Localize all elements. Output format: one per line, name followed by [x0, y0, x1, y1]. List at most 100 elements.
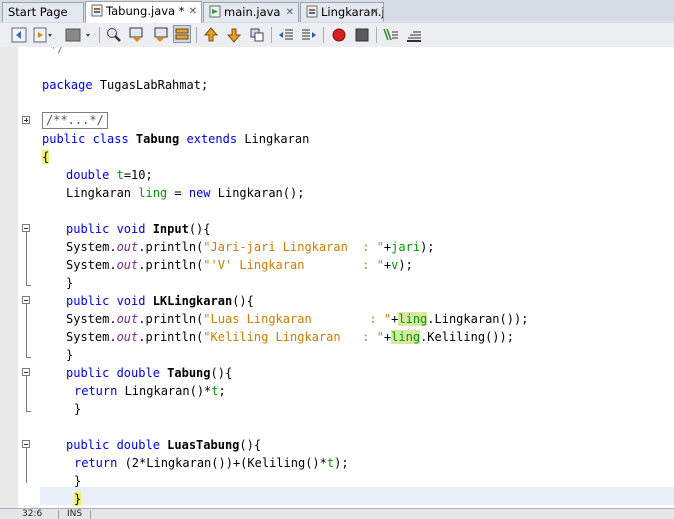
find-next-icon[interactable]: [151, 26, 169, 44]
fold-guide-end: [26, 411, 31, 412]
static-field: out: [116, 258, 139, 272]
tab-label: Start Page: [8, 5, 68, 19]
tab-tabung-java[interactable]: Tabung.java * ✕: [85, 1, 202, 23]
code-line: }: [66, 274, 73, 292]
method-name: Input: [152, 222, 189, 236]
tab-main-java[interactable]: main.java ✕: [203, 2, 299, 22]
close-icon[interactable]: ✕: [286, 3, 294, 22]
close-icon[interactable]: ✕: [371, 3, 379, 22]
code-text: System.: [66, 330, 117, 344]
code-text: (){: [232, 294, 254, 308]
tab-start-page[interactable]: Start Page: [2, 2, 84, 22]
code-text: .Lingkaran());: [427, 312, 529, 326]
matching-brace: }: [74, 492, 82, 506]
code-text: Lingkaran();: [210, 186, 305, 200]
class-name: Tabung: [135, 132, 180, 146]
code-line: }: [74, 490, 82, 508]
code-text: System.: [66, 312, 117, 326]
method-name: LKLingkaran: [152, 294, 233, 308]
code-text: }: [66, 276, 74, 290]
code-text: .println(: [138, 312, 204, 326]
expand-fold-icon[interactable]: [22, 116, 30, 124]
history-icon[interactable]: [60, 26, 96, 44]
string-literal: "Luas Lingkaran : ": [203, 312, 392, 326]
keyword: package: [42, 78, 93, 92]
toolbar-separator: [99, 27, 100, 43]
start-macro-icon[interactable]: [330, 26, 348, 44]
code-line: package TugasLabRahmat;: [42, 76, 208, 94]
code-text: );: [398, 258, 413, 272]
fold-guide: [26, 376, 27, 411]
code-editor[interactable]: */ package TugasLabRahmat; /**...*/ publ…: [0, 47, 674, 508]
keyword: double: [66, 168, 117, 182]
code-line: return Lingkaran()*t;: [74, 382, 226, 400]
string-literal: "Keliling Lingkaran : ": [203, 330, 384, 344]
fold-guide-end: [26, 357, 31, 358]
collapse-fold-icon[interactable]: [22, 224, 30, 232]
stop-macro-icon[interactable]: [353, 26, 371, 44]
code-line: return (2*Lingkaran())+(Keliling()*t);: [74, 454, 349, 472]
collapse-fold-icon[interactable]: [22, 296, 30, 304]
tab-label: main.java: [224, 5, 281, 19]
superclass-name: Lingkaran: [244, 132, 310, 146]
find-icon[interactable]: [105, 26, 123, 44]
toggle-highlight-icon[interactable]: [173, 25, 191, 43]
collapse-fold-icon[interactable]: [22, 368, 30, 376]
code-text: }: [74, 402, 82, 416]
code-line: */: [50, 47, 65, 55]
close-icon[interactable]: ✕: [189, 2, 197, 21]
code-text: (){: [210, 366, 233, 380]
previous-bookmark-icon[interactable]: [202, 26, 220, 44]
next-bookmark-icon[interactable]: [225, 26, 243, 44]
comment-icon[interactable]: [382, 26, 400, 44]
static-field: out: [116, 312, 139, 326]
keyword: public class: [42, 132, 136, 146]
code-text: =10;: [123, 168, 153, 182]
code-line: }: [74, 472, 81, 490]
field: ling: [138, 186, 168, 200]
method-name: LuasTabung: [167, 438, 240, 452]
java-file-icon: [91, 4, 103, 17]
code-line: System.out.println("Jari-jari Lingkaran …: [66, 238, 435, 256]
toolbar-separator: [376, 27, 377, 43]
code-line: public void LKLingkaran(){: [66, 292, 254, 310]
fold-guide: [26, 448, 27, 483]
keyword: return: [74, 384, 118, 398]
fold-guide: [26, 232, 27, 285]
code-line: double t=10;: [66, 166, 153, 184]
collapsed-javadoc[interactable]: /**...*/: [42, 112, 108, 129]
shift-right-icon[interactable]: [300, 26, 318, 44]
keyword: public void: [66, 294, 153, 308]
find-previous-icon[interactable]: [128, 26, 146, 44]
shift-left-icon[interactable]: [277, 26, 295, 44]
code-line: System.out.println("Luas Lingkaran : "+l…: [66, 310, 528, 328]
keyword: public double: [66, 438, 168, 452]
forward-icon[interactable]: [32, 26, 54, 44]
code-text: ;: [218, 384, 226, 398]
toggle-bookmark-icon[interactable]: [248, 26, 266, 44]
string-literal: "'V' Lingkaran : ": [203, 258, 384, 272]
code-text: Lingkaran: [66, 186, 139, 200]
tab-lingkaran-java[interactable]: Lingkaran.java ✕: [300, 2, 384, 22]
keyword: public void: [66, 222, 153, 236]
static-field: out: [116, 240, 139, 254]
code-text: );: [334, 456, 349, 470]
java-file-icon: [306, 5, 318, 18]
code-text: .println(: [138, 330, 204, 344]
code-text: (){: [188, 222, 211, 236]
code-text: );: [420, 240, 435, 254]
keyword: new: [188, 186, 211, 200]
code-line: public class Tabung extends Lingkaran: [42, 130, 309, 148]
code-line: Lingkaran ling = new Lingkaran();: [66, 184, 304, 202]
back-icon[interactable]: [10, 26, 28, 44]
field: t: [211, 384, 219, 398]
package-name: TugasLabRahmat;: [99, 78, 209, 92]
code-line: public void Input(){: [66, 220, 211, 238]
toolbar-separator: [271, 27, 272, 43]
code-text: (2*Lingkaran())+(Keliling()*: [117, 456, 327, 470]
uncomment-icon[interactable]: [405, 26, 423, 44]
code-line: }: [74, 400, 81, 418]
highlighted-field: ling: [398, 312, 428, 326]
collapse-fold-icon[interactable]: [22, 440, 30, 448]
string-literal: "Jari-jari Lingkaran : ": [203, 240, 384, 254]
